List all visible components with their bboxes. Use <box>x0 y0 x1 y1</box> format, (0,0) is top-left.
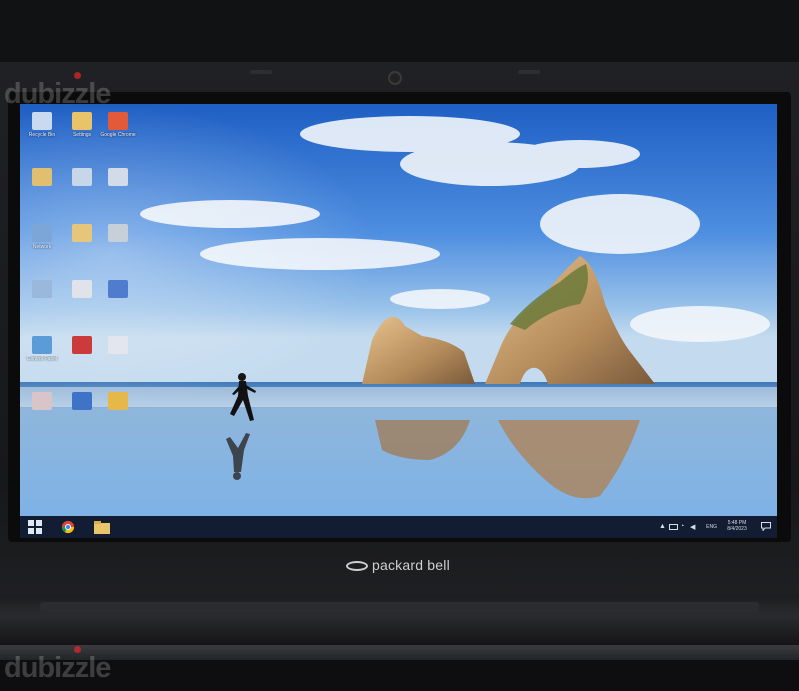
desktop-icon[interactable] <box>62 280 102 300</box>
bezel-notch-right <box>518 70 540 74</box>
desktop-icon-label: Control Panel <box>26 356 58 362</box>
folder-icon <box>72 224 92 242</box>
notifications-icon[interactable] <box>761 522 771 531</box>
tool-icon <box>108 392 128 410</box>
desktop-icon[interactable]: Network <box>22 224 62 250</box>
desktop-icon[interactable] <box>62 224 102 244</box>
bezel-notch-left <box>250 70 272 74</box>
folder-icon <box>72 112 92 130</box>
language-indicator[interactable]: ENG <box>706 524 717 530</box>
control-panel-icon <box>32 336 52 354</box>
image-file-icon <box>32 392 52 410</box>
bottom-letterbox <box>0 660 799 691</box>
clock[interactable]: 5:48 PM 8/4/2023 <box>721 520 753 532</box>
top-letterbox <box>0 0 799 62</box>
desktop-icon[interactable]: Settings <box>62 112 102 138</box>
webcam <box>388 71 402 85</box>
recycle-bin-icon <box>32 112 52 130</box>
volume-icon[interactable]: ◀ <box>690 523 695 531</box>
watermark-dot-bottom <box>74 646 81 653</box>
tray-icons[interactable]: ▲ ◔ ◀ <box>659 523 699 531</box>
folder-icon <box>32 168 52 186</box>
file-explorer-icon[interactable] <box>94 520 110 534</box>
desktop-icon[interactable] <box>98 336 138 356</box>
windows-start-icon[interactable] <box>28 520 42 534</box>
desktop-icon[interactable] <box>22 280 62 300</box>
desktop-icon[interactable] <box>22 168 62 188</box>
keyboard-deck-edge <box>0 645 799 661</box>
app-icon <box>108 224 128 242</box>
watermark-bottom: dubizzle <box>4 652 111 684</box>
desktop-icon[interactable] <box>98 224 138 244</box>
chrome-icon[interactable] <box>60 520 76 534</box>
desktop-icon[interactable] <box>62 336 102 356</box>
watermark-dot-top <box>74 72 81 79</box>
desktop-icon[interactable]: Google Chrome <box>98 112 138 138</box>
desktop-icon[interactable] <box>62 392 102 412</box>
clock-date: 8/4/2023 <box>727 526 747 532</box>
word-document-icon <box>108 280 128 298</box>
battery-icon[interactable] <box>669 524 678 530</box>
network-icon <box>32 224 52 242</box>
taskbar: ▲ ◔ ◀ ENG 5:48 PM 8/4/2023 <box>20 516 777 538</box>
desktop-icon[interactable]: Recycle Bin <box>22 112 62 138</box>
desktop-icon[interactable] <box>98 392 138 412</box>
desktop-icon[interactable] <box>62 168 102 188</box>
desktop-icon-label: Google Chrome <box>100 132 136 138</box>
desktop-icon[interactable] <box>98 168 138 188</box>
hinge-strip <box>40 602 759 612</box>
desktop-icon-label: Settings <box>72 132 92 138</box>
powershell-icon <box>72 392 92 410</box>
file-icon <box>108 336 128 354</box>
watermark-top: dubizzle <box>4 78 111 110</box>
show-hidden-icons-icon[interactable]: ▲ <box>659 523 666 530</box>
brand-logo: packard bell <box>346 557 450 573</box>
chrome-icon <box>108 112 128 130</box>
desktop-icon-label: Recycle Bin <box>28 132 56 138</box>
shortcut-icon <box>108 168 128 186</box>
desktop-icon-label: Network <box>32 244 52 250</box>
file-icon <box>72 168 92 186</box>
desktop-icon[interactable] <box>98 280 138 300</box>
antivirus-icon <box>72 336 92 354</box>
packard-bell-logo-icon <box>346 561 368 572</box>
network-icon[interactable]: ◔ <box>680 523 684 530</box>
brand-name: packard bell <box>372 557 450 573</box>
laptop-screen: Recycle Bin Settings Google Chrome Network C… <box>20 104 777 538</box>
desktop-icon[interactable] <box>22 392 62 412</box>
document-icon <box>72 280 92 298</box>
desktop-icon[interactable]: Control Panel <box>22 336 62 362</box>
computer-icon <box>32 280 52 298</box>
